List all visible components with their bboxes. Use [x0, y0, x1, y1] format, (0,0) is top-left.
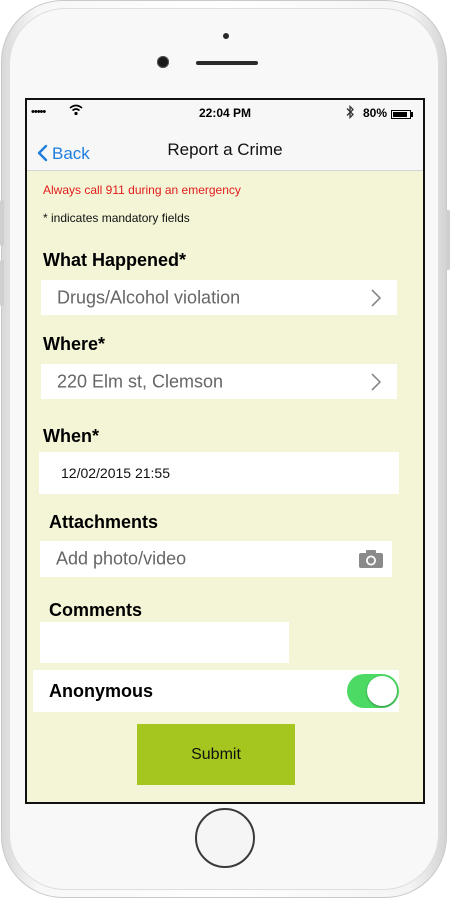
earpiece-speaker — [196, 61, 258, 65]
when-label: When* — [43, 426, 99, 446]
what-happened-label: What Happened* — [43, 250, 187, 270]
what-happened-select[interactable]: Drugs/Alcohol violation — [41, 280, 397, 315]
battery-tip — [411, 112, 413, 117]
proximity-sensor — [223, 33, 229, 39]
volume-down-button — [0, 260, 4, 306]
attachments-placeholder: Add photo/video — [56, 548, 187, 569]
bluetooth-icon — [345, 104, 355, 122]
chevron-right-icon — [371, 372, 382, 391]
toggle-knob — [367, 676, 397, 706]
front-camera — [157, 56, 169, 68]
when-datetime-field[interactable]: 12/02/2015 21:55 — [39, 452, 399, 494]
home-button[interactable] — [195, 808, 255, 868]
comments-label: Comments — [49, 600, 143, 620]
status-bar: ••••• 22:04 PM 80% — [27, 100, 423, 128]
page-title: Report a Crime — [167, 140, 283, 159]
app-screen: ••••• 22:04 PM 80% Back Report a Crime A… — [25, 98, 425, 804]
attachments-field[interactable]: Add photo/video — [40, 541, 392, 577]
where-value: 220 Elm st, Clemson — [57, 371, 224, 391]
battery-icon — [391, 110, 411, 119]
mandatory-fields-note: * indicates mandatory fields — [43, 211, 190, 225]
where-select[interactable]: 220 Elm st, Clemson — [41, 364, 397, 399]
volume-up-button — [0, 200, 4, 246]
attachments-label: Attachments — [49, 512, 159, 532]
emergency-notice: Always call 911 during an emergency — [43, 183, 241, 197]
comments-input[interactable] — [40, 622, 289, 663]
battery-percentage: 80% — [363, 106, 388, 120]
anonymous-label: Anonymous — [49, 681, 154, 701]
what-happened-value: Drugs/Alcohol violation — [57, 287, 241, 307]
anonymous-toggle[interactable] — [347, 674, 399, 708]
navigation-bar: Back Report a Crime — [27, 128, 423, 171]
where-label: Where* — [43, 334, 106, 354]
when-value: 12/02/2015 21:55 — [61, 465, 170, 481]
anonymous-row: Anonymous — [33, 670, 399, 712]
submit-button[interactable]: Submit — [137, 724, 295, 785]
chevron-right-icon — [371, 288, 382, 307]
power-button — [446, 210, 450, 270]
camera-icon[interactable] — [358, 549, 384, 569]
